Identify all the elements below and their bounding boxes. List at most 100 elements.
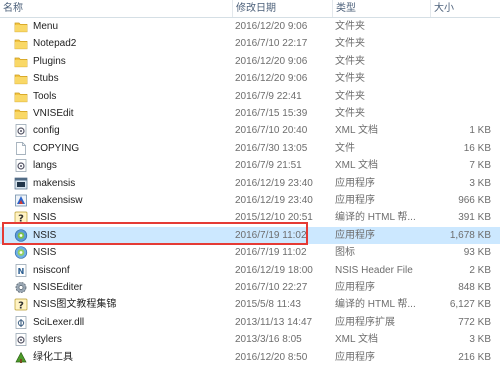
- file-size: 93 KB: [463, 247, 491, 259]
- file-row[interactable]: NSIS 2016/7/19 11:02 图标 93 KB: [0, 244, 500, 261]
- file-size: 6,127 KB: [449, 299, 491, 311]
- file-type: XML 文档: [335, 334, 378, 346]
- file-type: XML 文档: [335, 160, 378, 172]
- file-name: NSIS: [33, 212, 57, 224]
- file-date-modified: 2016/7/9 21:51: [235, 160, 302, 172]
- file-row[interactable]: stylers 2013/3/16 8:05 XML 文档 3 KB: [0, 331, 500, 348]
- file-name: NSIS: [33, 229, 57, 241]
- folder-icon: [14, 55, 28, 68]
- folder-icon: [14, 20, 28, 33]
- nsh-file-icon: N: [14, 263, 28, 277]
- file-row[interactable]: NSISEditer 2016/7/10 22:27 应用程序 848 KB: [0, 279, 500, 296]
- file-size: 3 KB: [469, 177, 491, 189]
- file-name: langs: [33, 160, 57, 172]
- file-name: makensisw: [33, 195, 83, 206]
- file-date-modified: 2016/7/9 22:41: [235, 90, 302, 102]
- file-name: stylers: [33, 334, 62, 346]
- column-header-name[interactable]: 名称: [0, 0, 233, 17]
- file-name: Tools: [33, 90, 57, 102]
- green-tool-app-icon: [14, 351, 28, 364]
- nsis-icon-file-icon: [14, 246, 28, 259]
- file-type: 文件夹: [335, 38, 365, 50]
- console-app-icon: [14, 177, 28, 190]
- file-type: 文件夹: [335, 90, 365, 102]
- file-name: VNISEdit: [33, 108, 74, 119]
- file-name: COPYING: [33, 142, 80, 154]
- file-date-modified: 2016/12/19 23:40: [235, 195, 313, 206]
- file-name: SciLexer.dll: [33, 316, 85, 328]
- file-name: Stubs: [33, 73, 59, 85]
- file-size: 1 KB: [469, 125, 491, 137]
- file-type: 文件夹: [335, 73, 365, 85]
- folder-icon: [14, 107, 28, 120]
- xml-gear-icon: [14, 159, 28, 173]
- nsis-app-icon: [14, 229, 28, 242]
- file-name: makensis: [33, 177, 76, 189]
- file-name: Menu: [33, 21, 59, 32]
- file-type: XML 文档: [335, 125, 378, 137]
- file-date-modified: 2016/12/20 9:06: [235, 73, 308, 85]
- file-date-modified: 2016/7/15 15:39: [235, 108, 308, 119]
- file-row[interactable]: Plugins 2016/12/20 9:06 文件夹: [0, 53, 500, 70]
- dll-file-icon: [14, 315, 28, 329]
- file-row[interactable]: langs 2016/7/9 21:51 XML 文档 7 KB: [0, 157, 500, 174]
- file-size: 16 KB: [463, 142, 491, 154]
- file-date-modified: 2016/7/30 13:05: [235, 142, 308, 154]
- file-size: 772 KB: [458, 316, 491, 328]
- file-row[interactable]: config 2016/7/10 20:40 XML 文档 1 KB: [0, 122, 500, 139]
- file-type: 文件夹: [335, 108, 365, 119]
- file-date-modified: 2013/3/16 8:05: [235, 334, 302, 346]
- file-date-modified: 2013/11/13 14:47: [235, 316, 313, 328]
- file-row[interactable]: makensis 2016/12/19 23:40 应用程序 3 KB: [0, 175, 500, 192]
- file-type: 文件夹: [335, 55, 365, 67]
- file-date-modified: 2016/7/10 22:17: [235, 38, 308, 50]
- file-type: 应用程序: [335, 282, 375, 293]
- file-date-modified: 2016/7/19 11:02: [235, 229, 307, 241]
- file-type: 应用程序扩展: [335, 316, 395, 328]
- file-row[interactable]: ? NSIS图文教程集锦 2015/5/8 11:43 编译的 HTML 帮... 6,…: [0, 296, 500, 313]
- file-type: NSIS Header File: [335, 264, 413, 276]
- file-size: 216 KB: [458, 351, 491, 363]
- file-date-modified: 2016/7/10 22:27: [235, 282, 308, 293]
- file-row[interactable]: Nnsisconf 2016/12/19 18:00 NSIS Header Fil…: [0, 262, 500, 279]
- file-row[interactable]: makensisw 2016/12/19 23:40 应用程序 966 KB: [0, 192, 500, 209]
- file-name: Notepad2: [33, 38, 77, 50]
- file-date-modified: 2016/12/20 8:50: [235, 351, 308, 363]
- blank-file-icon: [14, 141, 28, 155]
- file-row[interactable]: Stubs 2016/12/20 9:06 文件夹: [0, 70, 500, 87]
- file-size: 2 KB: [469, 264, 491, 276]
- file-row[interactable]: COPYING 2016/7/30 13:05 文件 16 KB: [0, 140, 500, 157]
- file-name: NSIS: [33, 247, 57, 259]
- svg-text:N: N: [18, 267, 25, 276]
- file-date-modified: 2016/12/19 23:40: [235, 177, 313, 189]
- folder-icon: [14, 37, 28, 50]
- file-row[interactable]: 绿化工具 2016/12/20 8:50 应用程序 216 KB: [0, 349, 500, 366]
- file-row[interactable]: VNISEdit 2016/7/15 15:39 文件夹: [0, 105, 500, 122]
- file-name: NSISEditer: [33, 282, 83, 293]
- file-size: 391 KB: [458, 212, 491, 224]
- svg-text:?: ?: [18, 214, 24, 225]
- file-row[interactable]: SciLexer.dll 2013/11/13 14:47 应用程序扩展 772 KB: [0, 314, 500, 331]
- file-row[interactable]: Tools 2016/7/9 22:41 文件夹: [0, 88, 500, 105]
- gear-app-icon: [14, 281, 28, 294]
- file-type: 编译的 HTML 帮...: [335, 299, 416, 311]
- chm-help-icon: ?: [14, 298, 28, 312]
- file-row[interactable]: Menu 2016/12/20 9:06 文件夹: [0, 18, 500, 35]
- file-type: 应用程序: [335, 351, 375, 363]
- file-name: NSIS图文教程集锦: [33, 299, 117, 311]
- file-size: 966 KB: [458, 195, 491, 206]
- column-header-date[interactable]: 修改日期: [233, 0, 333, 17]
- xml-gear-icon: [14, 333, 28, 347]
- file-name: nsisconf: [33, 264, 70, 276]
- column-header-size[interactable]: 大小: [431, 0, 500, 17]
- file-row[interactable]: ? NSIS 2015/12/10 20:51 编译的 HTML 帮... 391 KB: [0, 209, 500, 226]
- makensisw-app-icon: [14, 194, 28, 207]
- file-type: 文件: [335, 142, 355, 154]
- column-header-type[interactable]: 类型: [333, 0, 431, 17]
- folder-icon: [14, 72, 28, 85]
- file-row[interactable]: Notepad2 2016/7/10 22:17 文件夹: [0, 35, 500, 52]
- file-row[interactable]: NSIS 2016/7/19 11:02 应用程序 1,678 KB: [0, 226, 500, 244]
- file-type: 文件夹: [335, 21, 365, 32]
- svg-text:?: ?: [18, 301, 24, 312]
- file-name: Plugins: [33, 55, 66, 67]
